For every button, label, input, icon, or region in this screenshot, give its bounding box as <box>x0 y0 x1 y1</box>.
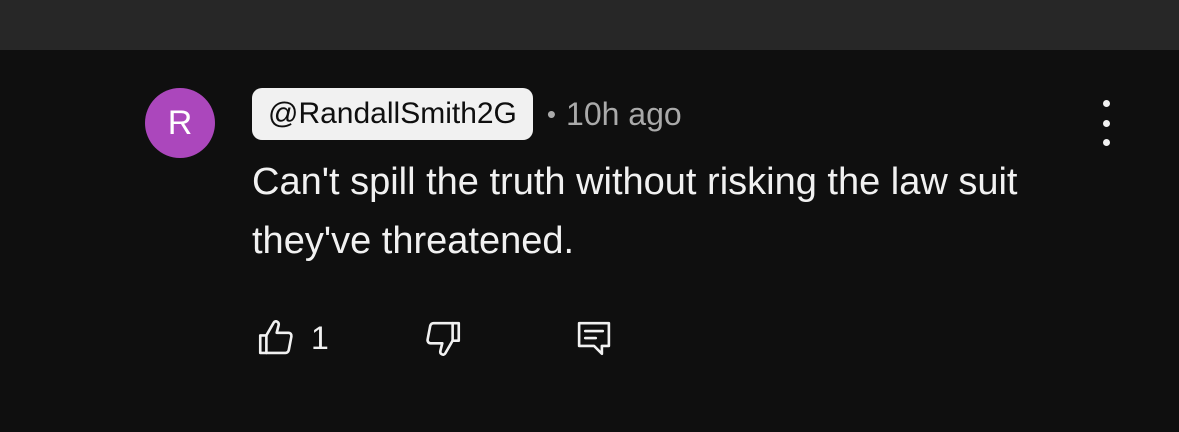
like-button[interactable]: 1 <box>255 316 329 360</box>
like-count: 1 <box>311 319 329 356</box>
reply-button[interactable] <box>573 316 615 360</box>
dislike-button[interactable] <box>422 316 464 360</box>
timestamp: 10h ago <box>566 95 682 132</box>
more-vertical-icon-dot <box>1102 139 1110 146</box>
comment-item: R @RandallSmith2G • 10h ago Can't spill … <box>0 50 1179 432</box>
thumbs-down-icon <box>426 321 461 356</box>
comment-text: Can't spill the truth without risking th… <box>252 161 1018 262</box>
more-vertical-icon <box>1102 100 1110 107</box>
author-handle[interactable]: @RandallSmith2G <box>252 88 533 140</box>
avatar-letter: R <box>167 103 193 142</box>
separator-dot: • <box>546 98 557 129</box>
thumbs-up-icon <box>258 320 293 355</box>
avatar[interactable]: R <box>145 88 215 158</box>
reply-comment-icon <box>577 321 611 356</box>
comment-header: @RandallSmith2G • 10h ago <box>252 88 682 140</box>
top-bar <box>0 0 1179 50</box>
more-options-button[interactable] <box>1088 100 1124 146</box>
more-vertical-icon-dot <box>1102 119 1110 127</box>
